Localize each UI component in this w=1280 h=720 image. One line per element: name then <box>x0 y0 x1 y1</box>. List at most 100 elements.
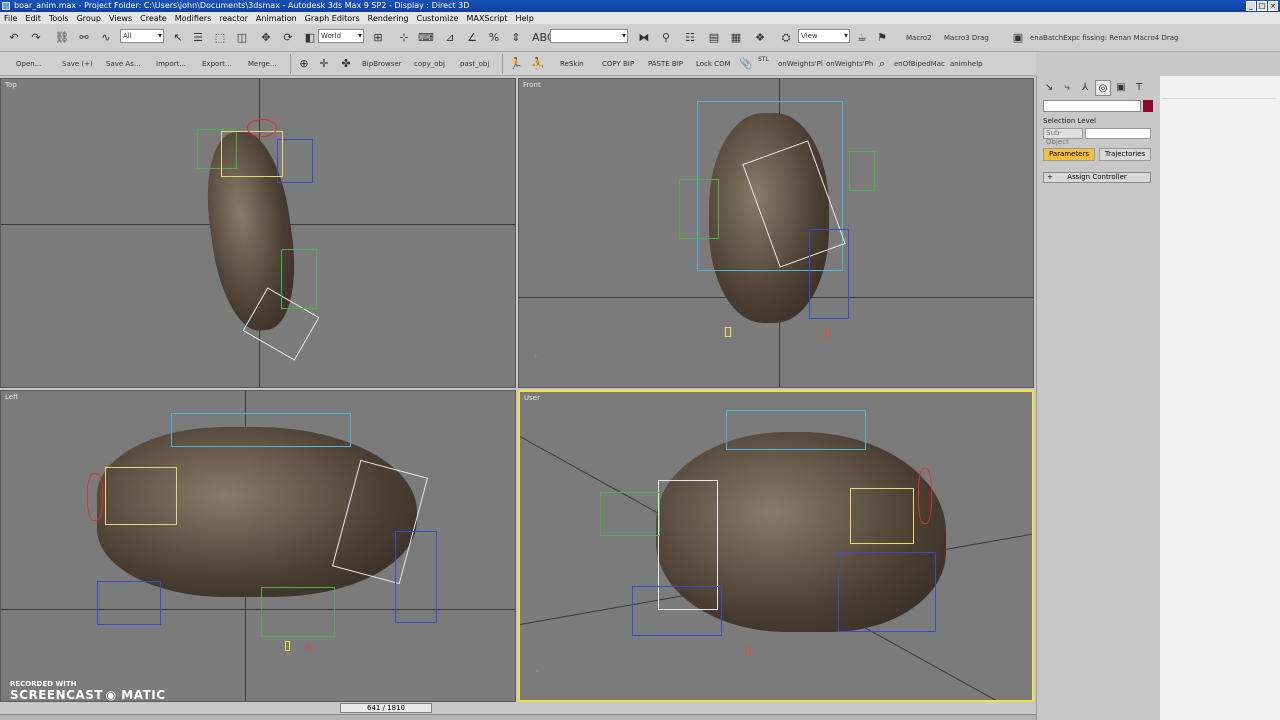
menu-group[interactable]: Group <box>77 14 101 23</box>
viewport-left[interactable]: Left <box>0 390 516 702</box>
pivot-center-icon[interactable]: ⊞ <box>370 30 386 46</box>
macro4-button[interactable]: enaBatchExpc fissing: Renan Macro4 Drag <box>1030 32 1178 44</box>
open-button[interactable]: Open... <box>16 58 41 70</box>
close-button[interactable]: × <box>1268 1 1278 11</box>
bone-box[interactable] <box>600 492 660 536</box>
tool-icon[interactable]: ▣ <box>1010 30 1026 46</box>
named-sel-icon[interactable]: ABC <box>532 30 555 46</box>
bone-box[interactable] <box>97 581 161 625</box>
app-icon[interactable] <box>2 2 10 10</box>
create-tab-icon[interactable]: ↘ <box>1041 80 1057 96</box>
bone-box[interactable] <box>726 410 866 450</box>
menu-file[interactable]: File <box>4 14 17 23</box>
footstep-marker[interactable] <box>825 329 830 337</box>
bone-box[interactable] <box>171 413 351 447</box>
footstep-marker[interactable] <box>725 327 731 337</box>
biped-run-icon[interactable]: ⛹ <box>530 56 546 72</box>
mirror-icon[interactable]: ⧓ <box>636 30 652 46</box>
sub-object-button[interactable]: Sub-Object <box>1043 128 1083 146</box>
menu-create[interactable]: Create <box>140 14 167 23</box>
display-tab-icon[interactable]: ▣ <box>1113 80 1129 96</box>
hierarchy-tab-icon[interactable]: ⅄ <box>1077 80 1093 96</box>
bone-box[interactable] <box>809 229 849 319</box>
menu-rendering[interactable]: Rendering <box>368 14 409 23</box>
weights-pl-button[interactable]: onWeights'Pl <box>778 58 823 70</box>
quick-render-icon[interactable]: ☕ <box>854 30 870 46</box>
named-selection-dropdown[interactable] <box>550 29 628 43</box>
lock-com-button[interactable]: Lock COM <box>696 58 731 70</box>
rollout-expand-icon[interactable]: + <box>1047 173 1053 182</box>
viewport-front[interactable]: Front ⌞ <box>518 78 1034 388</box>
object-color-swatch[interactable] <box>1143 100 1153 112</box>
viewport-top[interactable]: Top ⌞ <box>0 78 516 388</box>
align-icon[interactable]: ⚲ <box>658 30 674 46</box>
import-button[interactable]: Import... <box>156 58 186 70</box>
bone-box[interactable] <box>247 119 277 137</box>
viewport-user[interactable]: User ⌞ <box>518 390 1034 702</box>
bone-box[interactable] <box>221 131 283 177</box>
select-manipulate-icon[interactable]: ⊹ <box>396 30 412 46</box>
biped-mac-button[interactable]: enOfBipedMac <box>894 58 945 70</box>
bip-browser-button[interactable]: BipBrowser <box>362 58 402 70</box>
footstep-marker[interactable] <box>746 646 751 655</box>
footstep-marker[interactable] <box>307 643 311 651</box>
undo-icon[interactable]: ↶ <box>6 30 22 46</box>
angle-snap-icon[interactable]: ∠ <box>464 30 480 46</box>
menu-modifiers[interactable]: Modifiers <box>175 14 212 23</box>
scale-icon[interactable]: ◧ <box>302 30 318 46</box>
copy-obj-button[interactable]: copy_obj <box>414 58 445 70</box>
window-crossing-icon[interactable]: ◫ <box>234 30 250 46</box>
object-name-input[interactable] <box>1043 100 1141 112</box>
render-view-dropdown[interactable]: View <box>798 29 850 43</box>
macro2-button[interactable]: Macro2 <box>906 32 932 44</box>
bone-box[interactable] <box>918 468 932 524</box>
viewport-label-top[interactable]: Top <box>5 81 17 89</box>
footstep-marker[interactable] <box>285 641 290 651</box>
trajectories-tab[interactable]: Trajectories <box>1099 148 1151 161</box>
menu-views[interactable]: Views <box>109 14 132 23</box>
menu-tools[interactable]: Tools <box>49 14 69 23</box>
menu-reactor[interactable]: reactor <box>219 14 248 23</box>
menu-graph-editors[interactable]: Graph Editors <box>305 14 360 23</box>
weights-ph-button[interactable]: onWeights'Ph <box>826 58 873 70</box>
target-icon[interactable]: ✛ <box>316 56 332 72</box>
bone-box[interactable] <box>849 151 875 191</box>
biped-figure-icon[interactable]: 🏃 <box>508 56 524 72</box>
unlink-icon[interactable]: ⚯ <box>76 30 92 46</box>
utilities-tab-icon[interactable]: T <box>1131 80 1147 96</box>
save-as-button[interactable]: Save As... <box>106 58 141 70</box>
parameters-tab[interactable]: Parameters <box>1043 148 1095 161</box>
layer-manager-icon[interactable]: ☷ <box>682 30 698 46</box>
percent-snap-icon[interactable]: % <box>486 30 502 46</box>
select-by-name-icon[interactable]: ☰ <box>190 30 206 46</box>
bone-box[interactable] <box>632 586 722 636</box>
rect-select-icon[interactable]: ⬚ <box>212 30 228 46</box>
copy-bip-button[interactable]: COPY BIP <box>602 58 634 70</box>
time-slider[interactable]: 641 / 1810 <box>340 703 432 713</box>
bone-box[interactable] <box>105 467 177 525</box>
bone-box[interactable] <box>395 531 437 623</box>
move-icon[interactable]: ✥ <box>258 30 274 46</box>
search-icon[interactable]: ⌕ <box>874 56 890 72</box>
spinner-snap-icon[interactable]: ⇕ <box>508 30 524 46</box>
paperclip-icon[interactable]: 📎 <box>738 56 754 72</box>
link-icon[interactable]: ⛓ <box>54 30 70 46</box>
bone-box[interactable] <box>838 552 936 632</box>
viewport-label-left[interactable]: Left <box>5 393 18 401</box>
schematic-view-icon[interactable]: ▦ <box>728 30 744 46</box>
bone-box[interactable] <box>281 249 317 309</box>
reskin-button[interactable]: ReSkin <box>560 58 584 70</box>
bone-box[interactable] <box>261 587 335 637</box>
menu-animation[interactable]: Animation <box>256 14 297 23</box>
viewport-label-user[interactable]: User <box>524 394 540 402</box>
track-bar[interactable] <box>0 714 1036 720</box>
ref-coord-dropdown[interactable]: World <box>318 29 364 43</box>
sub-object-dropdown[interactable] <box>1085 128 1151 139</box>
animhelp-button[interactable]: animhelp <box>950 58 983 70</box>
menu-maxscript[interactable]: MAXScript <box>466 14 507 23</box>
biped-tools-icon[interactable]: ✤ <box>338 56 354 72</box>
menu-help[interactable]: Help <box>516 14 534 23</box>
bone-box[interactable] <box>87 473 103 521</box>
motion-tab-icon[interactable]: ◎ <box>1095 80 1111 96</box>
render-scene-icon[interactable]: ⛭ <box>778 30 794 46</box>
